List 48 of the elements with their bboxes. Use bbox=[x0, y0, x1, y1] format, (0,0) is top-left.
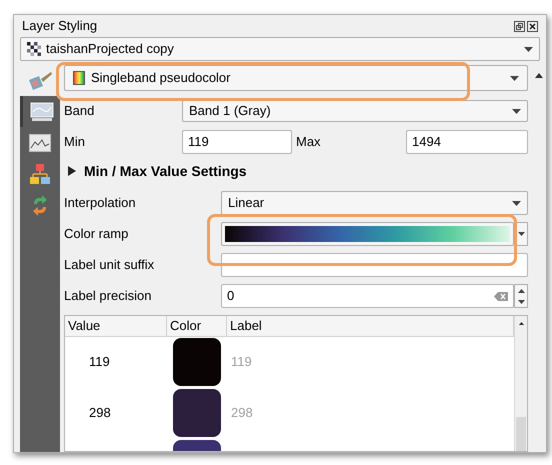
column-header[interactable]: Value bbox=[68, 316, 100, 336]
color-ramp-button[interactable] bbox=[221, 222, 514, 246]
layer-dropdown[interactable]: taishanProjected copy bbox=[20, 37, 540, 61]
window-title: Layer Styling bbox=[22, 17, 98, 36]
monitor-icon bbox=[30, 102, 54, 122]
table-cell: 119 bbox=[231, 354, 252, 370]
spin-buttons[interactable] bbox=[514, 284, 528, 308]
scroll-thumb[interactable] bbox=[516, 417, 526, 451]
paintbrush-icon bbox=[27, 70, 53, 92]
clear-icon[interactable] bbox=[494, 292, 508, 300]
max-field[interactable]: 1494 bbox=[406, 130, 528, 154]
scrollbar[interactable] bbox=[514, 316, 527, 451]
down-arrow-icon bbox=[518, 300, 524, 304]
table-cell: 119 bbox=[89, 354, 110, 370]
layers-icon bbox=[29, 162, 51, 184]
caret-icon bbox=[510, 76, 519, 80]
line-chart-icon bbox=[29, 134, 51, 152]
close-icon[interactable] bbox=[527, 20, 538, 32]
column-header[interactable]: Label bbox=[230, 316, 262, 336]
precision-field[interactable]: 0 bbox=[221, 284, 514, 308]
min-field[interactable]: 119 bbox=[182, 130, 292, 154]
field-label: Band bbox=[64, 102, 96, 120]
up-arrow-icon bbox=[535, 73, 543, 78]
renderer-dropdown[interactable]: Singleband pseudocolor bbox=[64, 65, 528, 91]
float-icon[interactable] bbox=[514, 20, 525, 32]
field-label: Max bbox=[295, 133, 322, 152]
side-tab[interactable] bbox=[20, 96, 60, 127]
up-arrow-icon bbox=[518, 322, 524, 326]
table-cell: 298 bbox=[89, 405, 111, 420]
up-arrow-icon bbox=[518, 288, 524, 292]
raster-layer-icon bbox=[27, 42, 41, 56]
color-swatch[interactable] bbox=[173, 389, 221, 437]
caret-icon bbox=[512, 200, 521, 206]
field-label: Label unit suffix bbox=[64, 256, 156, 274]
field-label: Min bbox=[64, 133, 86, 152]
field-label: Color ramp bbox=[64, 225, 130, 244]
band-dropdown[interactable]: Band 1 (Gray) bbox=[182, 100, 528, 122]
field-label: Label precision bbox=[64, 287, 152, 306]
section-header[interactable]: Min / Max Value Settings bbox=[64, 163, 528, 179]
field-label: Interpolation bbox=[64, 194, 137, 212]
table-cell: 298 bbox=[231, 405, 253, 420]
caret-icon bbox=[524, 46, 533, 52]
interpolation-dropdown[interactable]: Linear bbox=[221, 191, 528, 215]
color-swatch[interactable] bbox=[173, 338, 221, 386]
caret-icon bbox=[518, 232, 524, 236]
caret-icon bbox=[512, 108, 521, 114]
column-header[interactable]: Color bbox=[170, 316, 202, 336]
gradient-icon bbox=[73, 71, 85, 85]
